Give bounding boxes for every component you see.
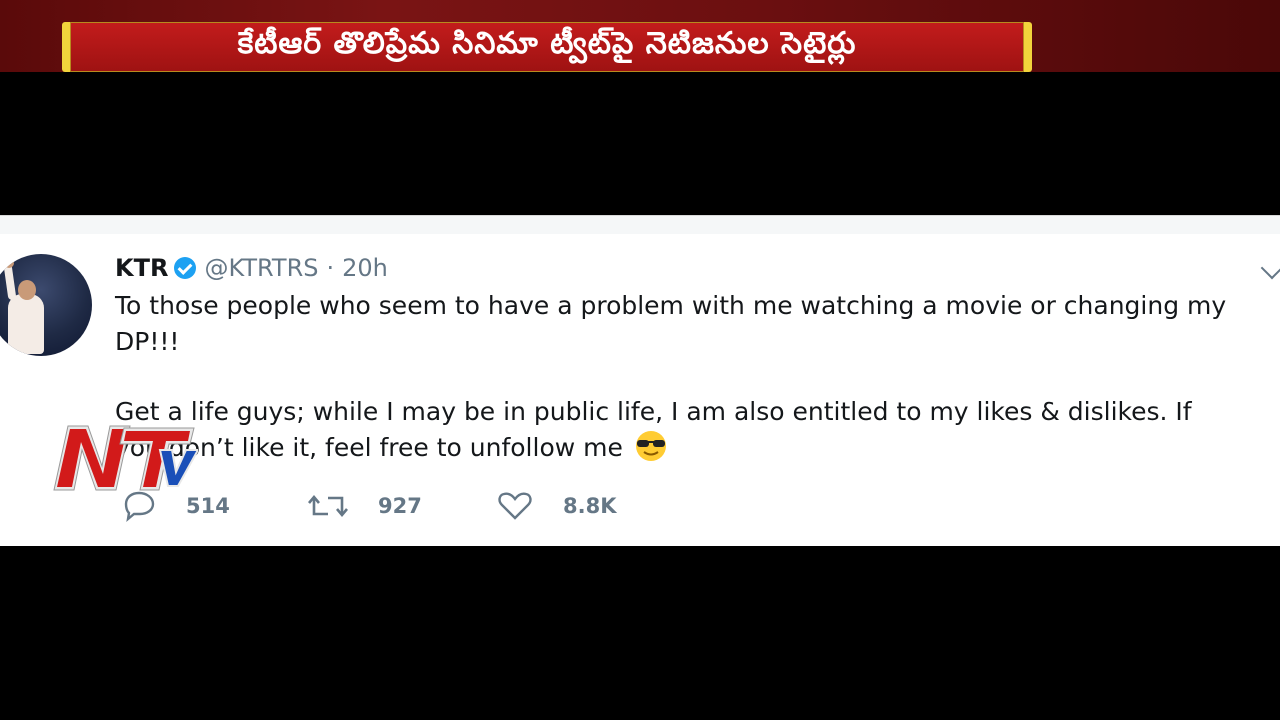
avatar-body <box>8 294 44 354</box>
retweet-button[interactable]: 927 <box>306 490 461 522</box>
headline-banner: కేటీఆర్ తొలిప్రేమ సినిమా ట్వీట్‌పై నెటిజ… <box>62 22 1032 72</box>
tweet-paragraph-2-wrapper: Get a life guys; while I may be in publi… <box>115 394 1235 466</box>
tweet-body: To those people who seem to have a probl… <box>115 288 1235 466</box>
tweet-paragraph-1: To those people who seem to have a probl… <box>115 291 1227 356</box>
tweet-card-topline <box>0 216 1280 234</box>
tweet-timestamp[interactable]: 20h <box>342 254 388 282</box>
like-count: 8.8K <box>563 494 617 518</box>
verified-badge-icon <box>174 257 197 279</box>
heart-icon <box>498 492 532 520</box>
bottom-background <box>0 546 1280 720</box>
sunglasses-emoji-icon <box>631 430 671 462</box>
avatar-hand <box>4 258 14 268</box>
author-handle[interactable]: @KTRTRS <box>204 254 318 282</box>
tweet-card: KTR @KTRTRS · 20h To those people who se… <box>0 216 1280 546</box>
avatar[interactable] <box>0 254 92 356</box>
retweet-count: 927 <box>378 494 422 518</box>
like-button[interactable]: 8.8K <box>495 490 616 522</box>
avatar-head <box>18 280 36 300</box>
ntv-logo <box>48 420 200 494</box>
chevron-down-icon[interactable] <box>1260 256 1280 280</box>
tweet-header: KTR @KTRTRS · 20h <box>115 253 388 283</box>
reply-icon <box>124 491 155 522</box>
author-name[interactable]: KTR <box>115 254 168 282</box>
reply-button[interactable]: 514 <box>120 490 270 522</box>
header-separator: · <box>326 254 335 282</box>
retweet-icon <box>308 494 348 518</box>
headline-text: కేటీఆర్ తొలిప్రేమ సినిమా ట్వీట్‌పై నెటిజ… <box>237 26 857 61</box>
reply-count: 514 <box>186 494 230 518</box>
